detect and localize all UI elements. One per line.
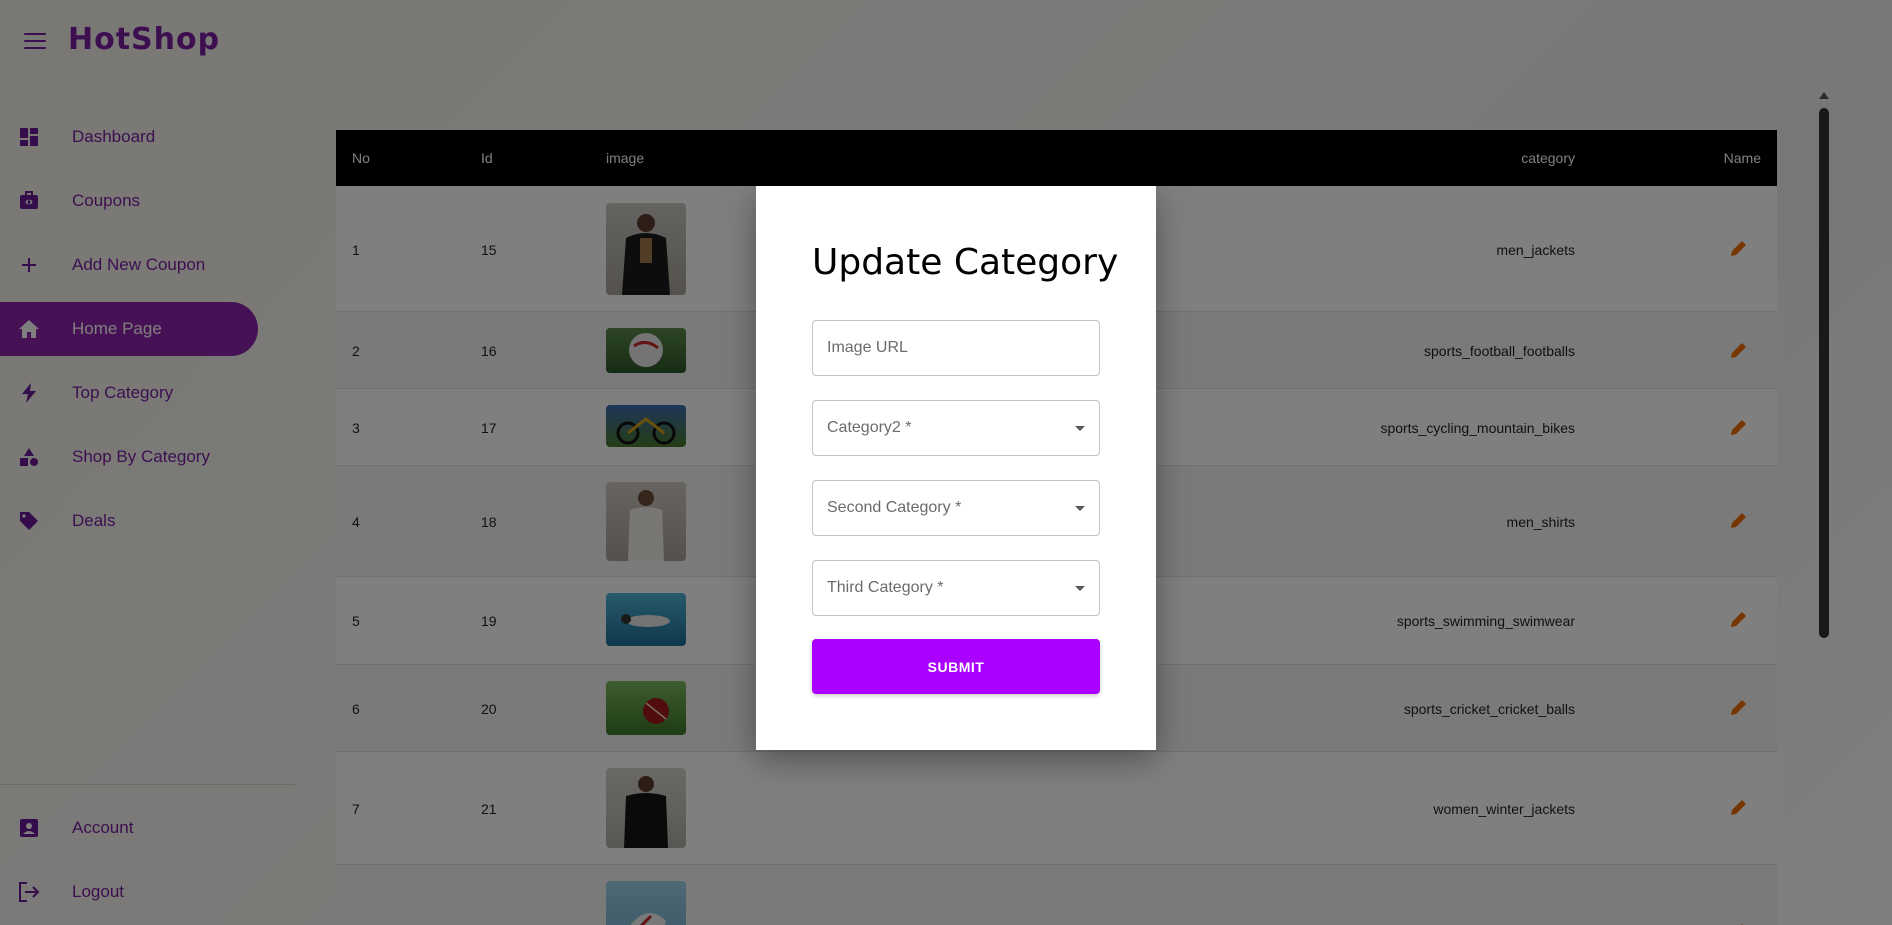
dialog-title: Update Category: [812, 242, 1119, 283]
second-category-label: Second Category *: [827, 499, 962, 516]
second-category-select[interactable]: Second Category *: [812, 480, 1100, 536]
third-category-label: Third Category *: [827, 579, 944, 596]
category2-label: Category2 *: [827, 419, 912, 436]
chevron-down-icon: [1075, 426, 1085, 431]
chevron-down-icon: [1075, 506, 1085, 511]
app-root: HotShop Dashboard Coupons Add New Coupon: [0, 0, 1892, 925]
chevron-down-icon: [1075, 586, 1085, 591]
image-url-input[interactable]: [813, 321, 1099, 375]
update-category-dialog: Update Category Category2 * Second Categ…: [756, 186, 1156, 750]
third-category-select[interactable]: Third Category *: [812, 560, 1100, 616]
image-url-field[interactable]: [812, 320, 1100, 376]
category2-select[interactable]: Category2 *: [812, 400, 1100, 456]
submit-button[interactable]: SUBMIT: [812, 639, 1100, 694]
